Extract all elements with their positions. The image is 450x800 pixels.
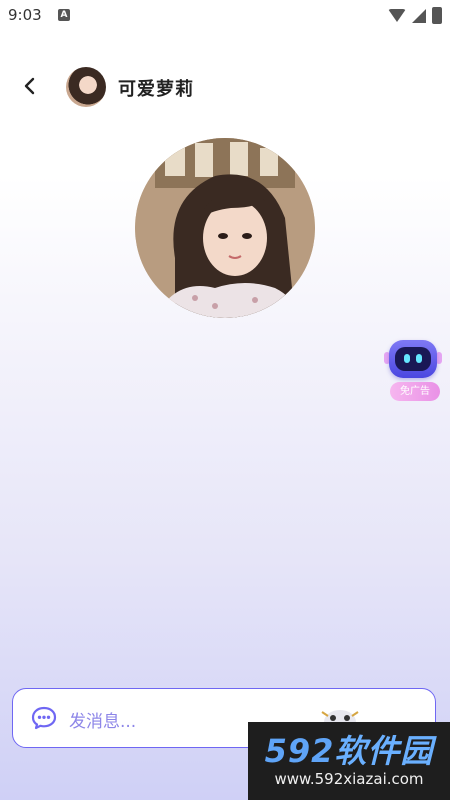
robot-icon — [389, 340, 437, 378]
chevron-left-icon — [24, 77, 35, 95]
back-button[interactable] — [14, 70, 46, 102]
status-icons — [388, 7, 442, 24]
message-input[interactable]: 发消息... — [69, 707, 136, 732]
portrait-image — [135, 138, 315, 318]
notification-icon: A — [58, 9, 70, 21]
watermark-brand: 软件园 — [334, 732, 434, 770]
watermark: 592软件园 www.592xiazai.com — [248, 722, 450, 800]
contact-name: 可爱萝莉 — [118, 79, 194, 100]
status-bar: 9:03 A — [0, 0, 450, 32]
watermark-url: www.592xiazai.com — [274, 770, 424, 788]
ad-free-badge: 免广告 — [390, 382, 440, 401]
chat-bubble-icon — [31, 706, 57, 730]
robot-face — [395, 347, 431, 371]
battery-icon — [432, 7, 442, 24]
status-time: 9:03 — [8, 6, 42, 24]
robot-eye — [416, 354, 422, 363]
robot-eye — [404, 354, 410, 363]
wifi-icon — [388, 9, 406, 22]
profile-photo[interactable] — [135, 138, 315, 318]
avatar[interactable] — [66, 67, 106, 107]
chat-header: 可爱萝莉 — [0, 62, 450, 112]
ad-free-robot-button[interactable]: 免广告 — [384, 338, 444, 404]
signal-icon — [412, 8, 426, 23]
watermark-number: 592 — [264, 732, 335, 770]
